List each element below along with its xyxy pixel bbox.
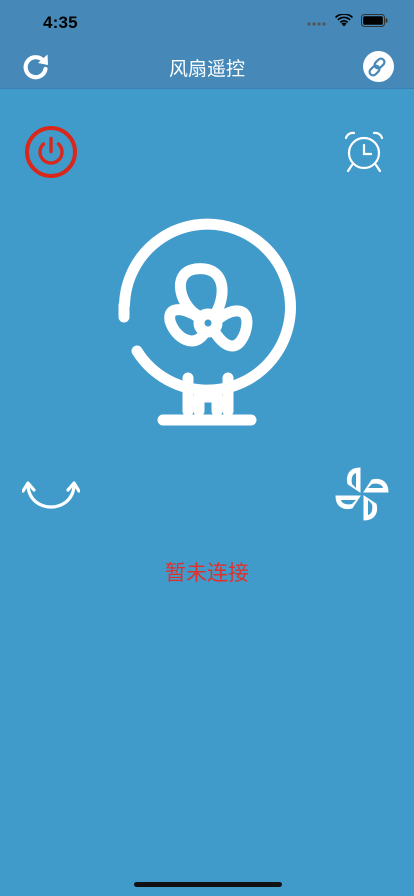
navigation-bar: 4:35 风扇遥控 — [0, 0, 414, 89]
connect-button[interactable] — [363, 51, 394, 82]
fan-icon — [118, 218, 296, 426]
connection-status: 暂未连接 — [165, 561, 249, 585]
battery-icon — [361, 14, 388, 27]
swing-icon[interactable] — [22, 476, 80, 514]
wifi-icon — [335, 14, 353, 27]
cellular-signal-icon — [307, 21, 326, 26]
alarm-clock-icon[interactable] — [342, 130, 386, 174]
pinwheel-icon[interactable] — [332, 464, 392, 524]
link-icon — [367, 56, 386, 77]
status-indicators — [307, 14, 388, 27]
page-title: 风扇遥控 — [168, 58, 245, 80]
home-indicator[interactable] — [134, 882, 282, 887]
power-icon[interactable] — [24, 125, 78, 179]
status-time: 4:35 — [43, 13, 78, 32]
